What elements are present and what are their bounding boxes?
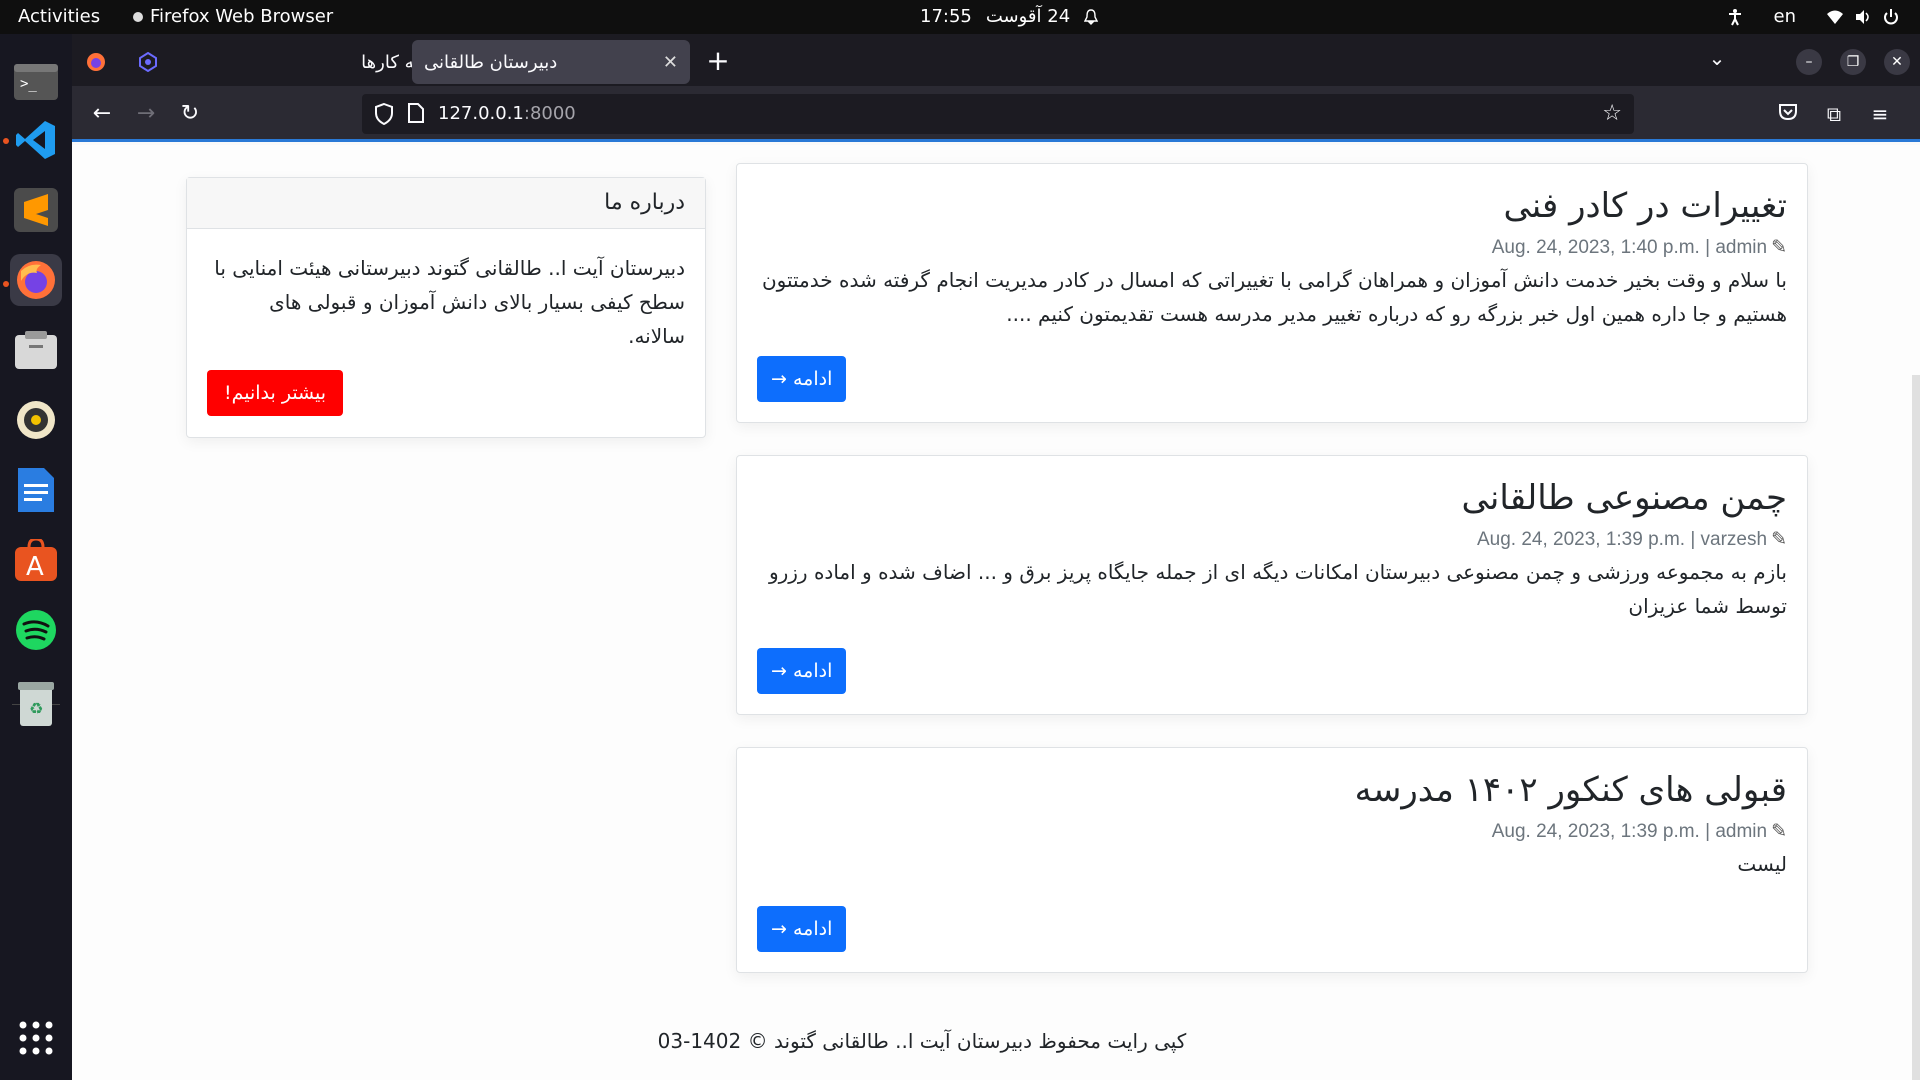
maximize-button[interactable]: ❐ (1840, 49, 1866, 75)
spotify-icon[interactable] (10, 604, 62, 656)
post-meta: ✎Aug. 24, 2023, 1:39 p.m. | admin (757, 820, 1787, 843)
url-text: 127.0.0.1:8000 (438, 103, 576, 124)
dock: >_ A ♻ (0, 34, 72, 1080)
volume-icon[interactable] (1854, 8, 1872, 26)
trash-icon[interactable]: ♻ (10, 678, 62, 730)
minimize-button[interactable]: – (1796, 49, 1822, 75)
post-meta-text: Aug. 24, 2023, 1:40 p.m. | admin (1491, 237, 1768, 258)
page-icon[interactable] (408, 103, 424, 123)
power-icon[interactable] (1882, 8, 1900, 26)
post-excerpt: با سلام و وقت بخیر خدمت دانش آموزان و هم… (761, 268, 1787, 326)
appstore-icon[interactable]: A (10, 534, 62, 586)
firefox-window: نمونه کارها ✕ دبیرستان طالقانی ✕ + ⌄ – ❐… (72, 34, 1920, 1080)
app-tab-icon (139, 52, 157, 72)
system-top-bar: Activities Firefox Web Browser 17:55 24 … (0, 0, 1920, 34)
post-meta: ✎Aug. 24, 2023, 1:39 p.m. | varzesh (757, 528, 1787, 551)
post-card: قبولی های کنکور ۱۴۰۲ مدرسه ✎Aug. 24, 202… (736, 747, 1808, 973)
system-tray[interactable]: en (1726, 6, 1900, 27)
bell-icon (1084, 8, 1099, 25)
post-excerpt: بازم به مجموعه ورزشی و چمن مصنوعی دبیرست… (768, 560, 1787, 618)
reload-icon[interactable]: ↻ (172, 96, 208, 132)
firefox-tab-icon (87, 53, 105, 71)
activities-button[interactable]: Activities (18, 6, 100, 27)
clock-time: 17:55 (920, 6, 972, 27)
app-menu-label: Firefox Web Browser (150, 6, 334, 27)
post-card: چمن مصنوعی طالقانی ✎Aug. 24, 2023, 1:39 … (736, 455, 1808, 715)
pocket-icon[interactable] (1772, 98, 1804, 130)
close-window-button[interactable]: ✕ (1884, 49, 1910, 75)
writer-icon[interactable] (10, 464, 62, 516)
post-title[interactable]: چمن مصنوعی طالقانی (757, 474, 1787, 522)
pencil-icon: ✎ (1771, 529, 1787, 550)
svg-text:A: A (26, 552, 44, 581)
about-card: درباره ما دبیرستان آیت ا.. طالقانی گتوند… (186, 177, 706, 438)
post-title[interactable]: تغییرات در کادر فنی (757, 182, 1787, 230)
pencil-icon: ✎ (1771, 237, 1787, 258)
bookmark-star-icon[interactable]: ☆ (1602, 101, 1622, 126)
tab-school-title: دبیرستان طالقانی (424, 51, 558, 73)
hamburger-menu-icon[interactable]: ≡ (1864, 98, 1896, 130)
continue-button[interactable]: ادامه → (757, 356, 847, 402)
tab-close-icon[interactable]: ✕ (663, 52, 678, 73)
list-all-tabs-chevron-icon[interactable]: ⌄ (1702, 46, 1732, 76)
clock[interactable]: 17:55 24 آقوست (920, 6, 1099, 27)
post-title[interactable]: قبولی های کنکور ۱۴۰۲ مدرسه (757, 766, 1787, 814)
vscode-icon[interactable] (10, 114, 62, 166)
web-page: تغییرات در کادر فنی ✎Aug. 24, 2023, 1:40… (72, 145, 1920, 1080)
post-meta: ✎Aug. 24, 2023, 1:40 p.m. | admin (757, 236, 1787, 259)
app-grid-icon[interactable] (10, 1012, 62, 1064)
wifi-icon[interactable] (1826, 8, 1844, 26)
pencil-icon: ✎ (1771, 821, 1787, 842)
firefox-icon[interactable] (10, 254, 62, 306)
svg-text:>_: >_ (20, 76, 37, 92)
firefox-small-icon (133, 11, 143, 22)
address-bar[interactable]: 127.0.0.1:8000 ☆ (362, 94, 1634, 134)
url-host: 127.0.0.1 (438, 103, 524, 124)
back-arrow-icon[interactable]: ← (84, 96, 120, 132)
tab-school[interactable]: دبیرستان طالقانی ✕ (412, 40, 690, 84)
navigation-toolbar: ← → ↻ 127.0.0.1:8000 ☆ ⧉ ≡ (72, 86, 1920, 142)
new-tab-button[interactable]: + (700, 44, 736, 80)
files-icon[interactable] (10, 324, 62, 376)
tab-strip: نمونه کارها ✕ دبیرستان طالقانی ✕ + ⌄ – ❐… (72, 34, 1920, 86)
post-meta-text: Aug. 24, 2023, 1:39 p.m. | varzesh (1476, 529, 1768, 550)
forward-arrow-icon[interactable]: → (128, 96, 164, 132)
post-card: تغییرات در کادر فنی ✎Aug. 24, 2023, 1:40… (736, 163, 1808, 423)
svg-text:♻: ♻ (29, 699, 43, 718)
sublime-icon[interactable] (10, 184, 62, 236)
rhythmbox-icon[interactable] (10, 394, 62, 446)
app-menu[interactable]: Firefox Web Browser (132, 6, 333, 27)
about-header: درباره ما (187, 178, 705, 229)
terminal-icon[interactable]: >_ (10, 56, 62, 108)
keyboard-language[interactable]: en (1774, 6, 1796, 27)
footer-copyright: کپی رایت محفوظ دبیرستان آیت ا.. طالقانی … (657, 1029, 1187, 1053)
shield-icon[interactable] (374, 103, 394, 125)
clock-date: 24 آقوست (985, 6, 1071, 27)
continue-button[interactable]: ادامه → (757, 648, 847, 694)
learn-more-button[interactable]: بیشتر بدانیم! (207, 370, 343, 416)
pinned-tab-firefox[interactable] (76, 44, 116, 80)
url-port: :8000 (523, 103, 576, 124)
post-excerpt: لیست (1737, 852, 1787, 876)
pinned-tab-app[interactable] (128, 44, 168, 80)
page-scrollbar[interactable] (1912, 375, 1920, 1080)
extensions-puzzle-icon[interactable]: ⧉ (1818, 98, 1850, 130)
continue-button[interactable]: ادامه → (757, 906, 847, 952)
about-body: دبیرستان آیت ا.. طالقانی گتوند دبیرستانی… (214, 256, 685, 348)
accessibility-icon[interactable] (1726, 8, 1744, 26)
post-meta-text: Aug. 24, 2023, 1:39 p.m. | admin (1491, 821, 1768, 842)
